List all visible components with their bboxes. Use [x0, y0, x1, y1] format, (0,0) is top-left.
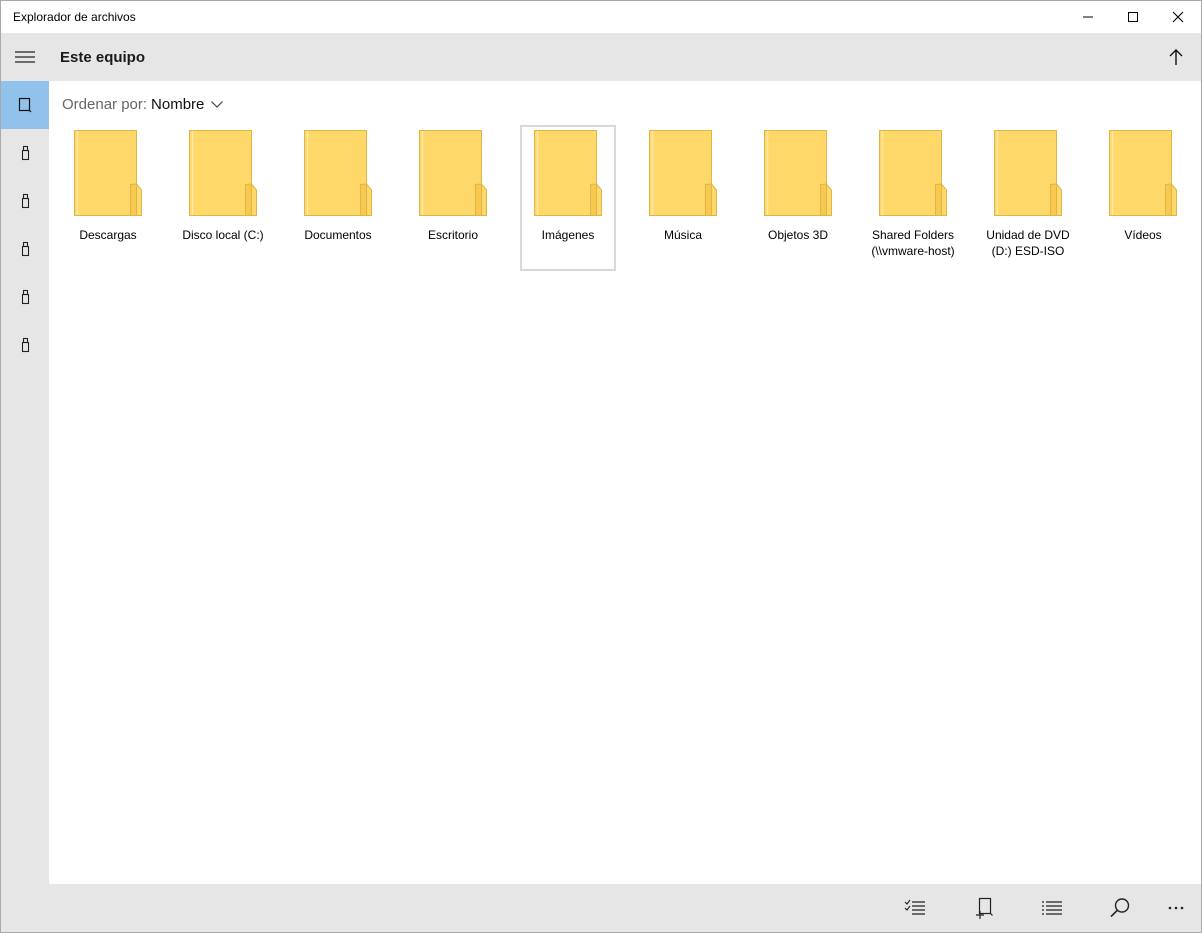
folder-item[interactable]: Imágenes	[520, 125, 616, 271]
folder-name: Descargas	[54, 227, 162, 243]
more-options-button[interactable]	[1153, 884, 1199, 932]
folder-icon	[304, 130, 372, 216]
drive-icon	[21, 145, 30, 161]
folder-name-line1: Documentos	[304, 228, 372, 242]
more-icon	[1168, 906, 1184, 910]
file-explorer-window: Explorador de archivos Este equipo Orden…	[0, 0, 1202, 933]
folder-icon	[419, 130, 487, 216]
minimize-button[interactable]	[1065, 1, 1111, 33]
folder-item[interactable]: Descargas	[60, 125, 156, 271]
page-title: Este equipo	[60, 49, 146, 66]
folder-item[interactable]: Objetos 3D	[750, 125, 846, 271]
folder-icon	[649, 130, 717, 216]
search-button[interactable]	[1097, 884, 1143, 932]
new-folder-button[interactable]	[962, 884, 1008, 932]
folder-icon	[879, 130, 947, 216]
rail-item-drive-4[interactable]	[1, 273, 49, 321]
folder-icon	[994, 130, 1062, 216]
folder-name-line2: (\\vmware-host)	[871, 244, 955, 258]
folder-name: Imágenes	[514, 227, 622, 243]
drive-icon	[21, 241, 30, 257]
close-icon	[1172, 11, 1184, 23]
folder-name-line1: Escritorio	[427, 228, 478, 242]
close-button[interactable]	[1155, 1, 1201, 33]
folder-name: Disco local (C:)	[169, 227, 277, 243]
folder-name-line1: Objetos 3D	[767, 228, 829, 242]
maximize-icon	[1128, 12, 1138, 22]
drive-icon	[21, 289, 30, 305]
folder-name: Objetos 3D	[744, 227, 852, 243]
folder-item[interactable]: Música	[635, 125, 731, 271]
folder-grid: Descargas Disco local (C:) Documentos Escri…	[50, 125, 1200, 271]
new-folder-icon	[976, 897, 993, 919]
maximize-button[interactable]	[1110, 1, 1156, 33]
chevron-down-icon	[210, 99, 224, 109]
folder-name-line1: Descargas	[79, 228, 137, 242]
title-bar: Explorador de archivos	[1, 1, 1201, 33]
folder-name-line1: Imágenes	[541, 228, 595, 242]
folder-item[interactable]: Documentos	[290, 125, 386, 271]
this-pc-icon	[18, 97, 32, 113]
folder-item[interactable]: Disco local (C:)	[175, 125, 271, 271]
sort-value: Nombre	[151, 95, 205, 113]
rail-item-drive-3[interactable]	[1, 225, 49, 273]
rail-item-drive-2[interactable]	[1, 177, 49, 225]
search-icon	[1110, 898, 1130, 918]
folder-name-line1: Vídeos	[1124, 228, 1162, 242]
list-view-button[interactable]	[1029, 884, 1075, 932]
folder-name-line1: Shared Folders	[871, 228, 955, 242]
folder-item[interactable]: Shared Folders (\\vmware-host)	[865, 125, 961, 271]
up-button[interactable]	[1153, 33, 1199, 81]
folder-name: Documentos	[284, 227, 392, 243]
command-bar	[49, 884, 1201, 932]
rail-item-this-pc[interactable]	[1, 81, 49, 129]
folder-item[interactable]: Vídeos	[1095, 125, 1191, 271]
up-arrow-icon	[1169, 49, 1183, 65]
folder-item[interactable]: Escritorio	[405, 125, 501, 271]
drive-icon	[21, 337, 30, 353]
sort-label: Ordenar por:	[62, 95, 148, 113]
folder-name-line2: (D:) ESD-ISO	[991, 244, 1065, 258]
hamburger-menu-icon	[15, 51, 35, 63]
folder-name: Unidad de DVD (D:) ESD-ISO	[974, 227, 1082, 259]
sort-dropdown[interactable]: Ordenar por: Nombre	[62, 94, 224, 114]
rail-item-drive-1[interactable]	[1, 129, 49, 177]
rail-item-drive-5[interactable]	[1, 321, 49, 369]
drive-icon	[21, 193, 30, 209]
folder-icon	[534, 130, 602, 216]
select-button[interactable]	[892, 884, 938, 932]
folder-name-line1: Unidad de DVD	[986, 228, 1070, 242]
hamburger-menu-button[interactable]	[1, 33, 49, 81]
folder-icon	[189, 130, 257, 216]
list-view-icon	[1042, 901, 1062, 915]
folder-name-line1: Música	[663, 228, 702, 242]
folder-icon	[74, 130, 142, 216]
select-icon	[904, 899, 925, 915]
minimize-icon	[1083, 16, 1093, 18]
folder-item[interactable]: Unidad de DVD (D:) ESD-ISO	[980, 125, 1076, 271]
folder-name: Shared Folders (\\vmware-host)	[859, 227, 967, 259]
location-header: Este equipo	[49, 33, 1201, 81]
folder-name: Escritorio	[399, 227, 507, 243]
folder-name-line1: Disco local (C:)	[182, 228, 264, 242]
folder-icon	[1109, 130, 1177, 216]
navigation-rail	[1, 33, 49, 932]
folder-icon	[764, 130, 832, 216]
folder-name: Música	[629, 227, 737, 243]
folder-name: Vídeos	[1089, 227, 1197, 243]
window-title: Explorador de archivos	[13, 10, 136, 24]
